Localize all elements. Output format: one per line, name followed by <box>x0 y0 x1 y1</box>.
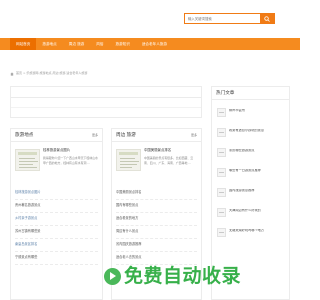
hot-article-item[interactable]: 柳州市会所 <box>217 104 285 124</box>
article-thumbnail[interactable] <box>217 188 226 197</box>
featured-title[interactable]: 桂林旅游景点图片 <box>43 148 98 152</box>
more-link[interactable]: 更多 <box>191 133 197 138</box>
list-item[interactable]: 省内国庆旅游推荐 <box>116 239 197 252</box>
list-item[interactable]: 乡村亲子游景点 <box>15 213 98 226</box>
article-list: 中国美丽景点排名 国内有哪些景点 适合看景的地方 周边有什么景点 省内国庆旅游推… <box>116 187 197 265</box>
nav-item-knowledge[interactable]: 旅游知识 <box>109 38 135 50</box>
list-item[interactable]: 秦皇岛景区排名 <box>15 239 98 252</box>
hot-article-title[interactable]: 看到有适合小孩玩的景点 <box>229 129 264 133</box>
sidebar-title: 热门文章 <box>216 91 235 96</box>
destinations-panel: 旅游地点 更多 桂林旅游景点图片 我得跟你介绍一下广西山水甲天下桂林山水甲广西的… <box>10 128 103 300</box>
hot-article-item[interactable]: 看到有适合小孩玩的景点 <box>217 124 285 144</box>
nav-item-nearby[interactable]: 周边 旅游 <box>63 38 91 50</box>
panel-header: 周边 旅游 更多 <box>112 129 201 142</box>
article-thumbnail[interactable] <box>217 168 226 177</box>
hot-articles-list: 柳州市会所 看到有适合小孩玩的景点 重庆哪些旅游景点 哪些有一日游景点推荐 国内… <box>217 104 285 244</box>
hot-article-title[interactable]: 无锡太湖好玩吗哪个地方 <box>229 229 264 233</box>
more-link[interactable]: 更多 <box>92 133 98 138</box>
article-thumbnail[interactable] <box>217 128 226 137</box>
list-item[interactable]: 适合看景的地方 <box>116 213 197 226</box>
home-icon <box>10 71 14 76</box>
play-icon <box>104 268 121 285</box>
nav-item-senior-travel[interactable]: 适合老年人旅游 <box>136 38 173 50</box>
featured-thumbnail[interactable] <box>15 149 40 171</box>
list-item[interactable]: 苏州古镇有哪些景 <box>15 226 98 239</box>
watermark-text: 免费自动收录 <box>124 265 242 287</box>
list-item[interactable]: 适合老人去的景点 <box>116 252 197 265</box>
list-item[interactable]: 中国美丽景点排名 <box>116 187 197 200</box>
breadcrumb: 首页 > 乐旅游网-旅游地点,周边 旅游,适合老年人旅游 <box>10 71 290 76</box>
panel-title: 周边 旅游 <box>116 133 136 138</box>
featured-article: 中国美丽景点排名 中国美丽的景点有很多，比如西藏、云南、四川、广东、海南、广西等… <box>116 147 197 181</box>
search-input[interactable] <box>188 16 253 22</box>
article-thumbnail[interactable] <box>217 148 226 157</box>
search-button[interactable] <box>260 14 274 23</box>
nav-item-customs[interactable]: 风俗 <box>90 38 109 50</box>
hot-article-item[interactable]: 重庆哪些旅游景点 <box>217 144 285 164</box>
hot-article-title[interactable]: 柳州市会所 <box>229 109 245 113</box>
search-box <box>184 13 275 24</box>
hot-article-item[interactable]: 哪些有一日游景点推荐 <box>217 164 285 184</box>
article-thumbnail[interactable] <box>217 208 226 217</box>
featured-summary: 我得跟你介绍一下广西山水甲天下桂林山水甲广西的地方，桂林有山有水有洞 ... <box>43 156 98 165</box>
featured-article: 桂林旅游景点图片 我得跟你介绍一下广西山水甲天下桂林山水甲广西的地方，桂林有山有… <box>15 147 98 181</box>
search-icon <box>264 15 270 22</box>
list-item[interactable]: 国内有哪些景点 <box>116 200 197 213</box>
panel-header: 旅游地点 更多 <box>11 129 102 142</box>
list-item[interactable]: 贵州著名旅游景点 <box>15 200 98 213</box>
divider <box>11 97 201 98</box>
article-list: 桂林旅游景点图片 贵州著名旅游景点 乡村亲子游景点 苏州古镇有哪些景 秦皇岛景区… <box>15 187 98 265</box>
hot-article-title[interactable]: 国内旅游景点推荐 <box>229 189 255 193</box>
hot-article-item[interactable]: 天津周边有什么好玩的 <box>217 204 285 224</box>
hot-article-title[interactable]: 哪些有一日游景点推荐 <box>229 169 261 173</box>
hot-article-item[interactable]: 无锡太湖好玩吗哪个地方 <box>217 224 285 244</box>
sidebar-header: 热门文章 <box>212 87 289 100</box>
hot-article-title[interactable]: 天津周边有什么好玩的 <box>229 209 261 213</box>
panel-title: 旅游地点 <box>15 133 34 138</box>
list-item[interactable]: 周边有什么景点 <box>116 226 197 239</box>
hot-article-title[interactable]: 重庆哪些旅游景点 <box>229 149 255 153</box>
nav-item-destinations[interactable]: 旅游地点 <box>36 38 62 50</box>
top-banner-panel <box>10 86 202 118</box>
list-item[interactable]: 宁德景点有哪些 <box>15 252 98 265</box>
list-item[interactable]: 桂林旅游景点图片 <box>15 187 98 200</box>
hot-article-item[interactable]: 国内旅游景点推荐 <box>217 184 285 204</box>
divider <box>11 107 201 108</box>
nav-item-home[interactable]: 网站首页 <box>10 38 37 50</box>
article-thumbnail[interactable] <box>217 228 226 237</box>
featured-title[interactable]: 中国美丽景点排名 <box>144 148 197 152</box>
breadcrumb-text[interactable]: 首页 > 乐旅游网-旅游地点,周边 旅游,适合老年人旅游 <box>16 71 87 76</box>
featured-thumbnail[interactable] <box>116 149 141 171</box>
article-thumbnail[interactable] <box>217 108 226 117</box>
featured-summary: 中国美丽的景点有很多，比如西藏、云南、四川、广东、海南、广西等地 ... <box>144 156 194 165</box>
header <box>0 0 300 36</box>
main-nav: 网站首页 旅游地点 周边 旅游 风俗 旅游知识 适合老年人旅游 <box>0 38 300 50</box>
